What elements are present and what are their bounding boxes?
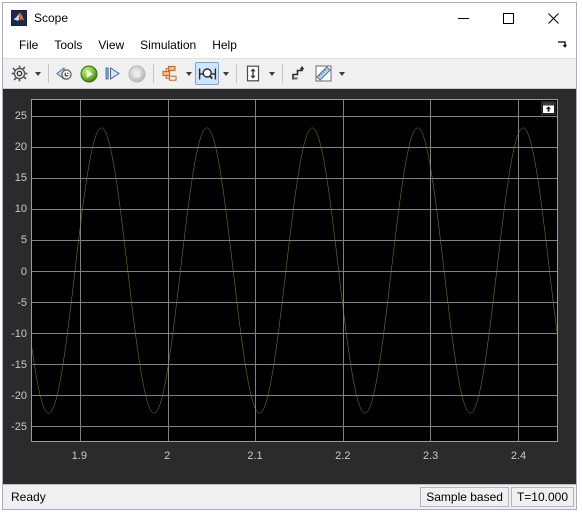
measurements-button[interactable] — [311, 62, 335, 85]
toolbar-separator — [48, 64, 49, 83]
zoom-in-x-button[interactable] — [195, 62, 219, 85]
scope-display-area: 25 20 15 10 5 0 -5 -10 -15 -20 -25 1.9 2 2.1 2.2 2.3 2.… — [3, 89, 576, 484]
configuration-properties-dropdown[interactable] — [31, 62, 44, 85]
zoom-in-x-dropdown[interactable] — [219, 62, 232, 85]
y-axis-tick-labels: 25 20 15 10 5 0 -5 -10 -15 -20 -25 — [3, 99, 27, 442]
status-bar: Ready Sample based T=10.000 — [3, 484, 576, 509]
maximize-axes-icon[interactable] — [541, 101, 556, 115]
x-axis-tick-label: 2.4 — [510, 450, 527, 462]
y-axis-tick-label: -5 — [17, 296, 27, 309]
configuration-properties-button[interactable] — [7, 62, 31, 85]
maximize-button[interactable] — [486, 3, 531, 33]
grid-line-horizontal — [32, 270, 557, 272]
y-axis-tick-label: -25 — [11, 421, 27, 434]
y-axis-tick-label: 0 — [20, 265, 27, 278]
y-axis-tick-label: 20 — [14, 140, 27, 153]
grid-line-vertical — [167, 100, 169, 441]
cursor-measurements-button[interactable] — [287, 62, 311, 85]
grid-line-vertical — [255, 100, 257, 441]
menu-file[interactable]: File — [11, 35, 46, 55]
status-time: T=10.000 — [510, 487, 574, 507]
menu-tools[interactable]: Tools — [46, 35, 90, 55]
grid-line-horizontal — [32, 177, 557, 179]
grid-line-horizontal — [32, 301, 557, 303]
x-axis-tick-label: 2.1 — [247, 450, 263, 462]
menu-simulation[interactable]: Simulation — [132, 35, 204, 55]
y-axis-tick-label: -15 — [11, 359, 27, 372]
grid-line-vertical — [430, 100, 432, 441]
measurements-dropdown[interactable] — [335, 62, 348, 85]
toolbar-separator — [282, 64, 283, 83]
grid-line-vertical — [342, 100, 344, 441]
status-message: Ready — [11, 490, 46, 504]
grid-line-horizontal — [32, 363, 557, 365]
menu-bar: File Tools View Simulation Help — [3, 33, 576, 58]
title-bar: Scope — [3, 3, 576, 33]
status-frame-mode: Sample based — [420, 487, 509, 507]
step-forward-button[interactable] — [101, 62, 125, 85]
signal-selection-button[interactable] — [158, 62, 182, 85]
x-axis-tick-labels: 1.9 2 2.1 2.2 2.3 2.4 — [31, 450, 558, 466]
stop-button[interactable] — [125, 62, 149, 85]
grid-line-horizontal — [32, 115, 557, 117]
window-title: Scope — [34, 11, 69, 25]
x-axis-tick-label: 2.3 — [422, 450, 439, 462]
run-with-debug-button[interactable] — [53, 62, 77, 85]
toolbar-separator — [236, 64, 237, 83]
menu-view[interactable]: View — [90, 35, 132, 55]
plot-canvas[interactable] — [31, 99, 558, 442]
scope-window-screenshot: Scope File Tools View Simulation Help 25… — [0, 0, 583, 527]
y-axis-tick-label: -10 — [11, 327, 27, 340]
toolbar — [3, 58, 576, 89]
grid-line-vertical — [517, 100, 519, 441]
grid-line-horizontal — [32, 146, 557, 148]
autoscale-dropdown[interactable] — [265, 62, 278, 85]
grid-line-horizontal — [32, 332, 557, 334]
menu-help[interactable]: Help — [204, 35, 245, 55]
x-axis-tick-label: 2 — [164, 450, 171, 462]
grid-line-horizontal — [32, 394, 557, 396]
toolbar-separator — [153, 64, 154, 83]
grid-line-horizontal — [32, 208, 557, 210]
grid-line-horizontal — [32, 239, 557, 241]
grid-line-vertical — [80, 100, 82, 441]
matlab-scope-icon — [11, 10, 27, 26]
window-controls — [441, 3, 576, 33]
y-axis-tick-label: 15 — [14, 171, 27, 184]
grid-line-horizontal — [32, 425, 557, 427]
autoscale-button[interactable] — [241, 62, 265, 85]
close-button[interactable] — [531, 3, 576, 33]
undock-arrow-icon[interactable] — [556, 38, 568, 50]
x-axis-tick-label: 2.2 — [335, 450, 351, 462]
signal-selection-dropdown[interactable] — [182, 62, 195, 85]
y-axis-tick-label: 25 — [14, 109, 27, 122]
y-axis-tick-label: 5 — [20, 234, 27, 247]
run-button[interactable] — [77, 62, 101, 85]
x-axis-tick-label: 1.9 — [71, 450, 87, 462]
scope-window: Scope File Tools View Simulation Help 25… — [2, 2, 577, 510]
y-axis-tick-label: 10 — [14, 203, 27, 216]
minimize-button[interactable] — [441, 3, 486, 33]
status-right-group: Sample based T=10.000 — [420, 487, 574, 507]
y-axis-tick-label: -20 — [11, 390, 27, 403]
